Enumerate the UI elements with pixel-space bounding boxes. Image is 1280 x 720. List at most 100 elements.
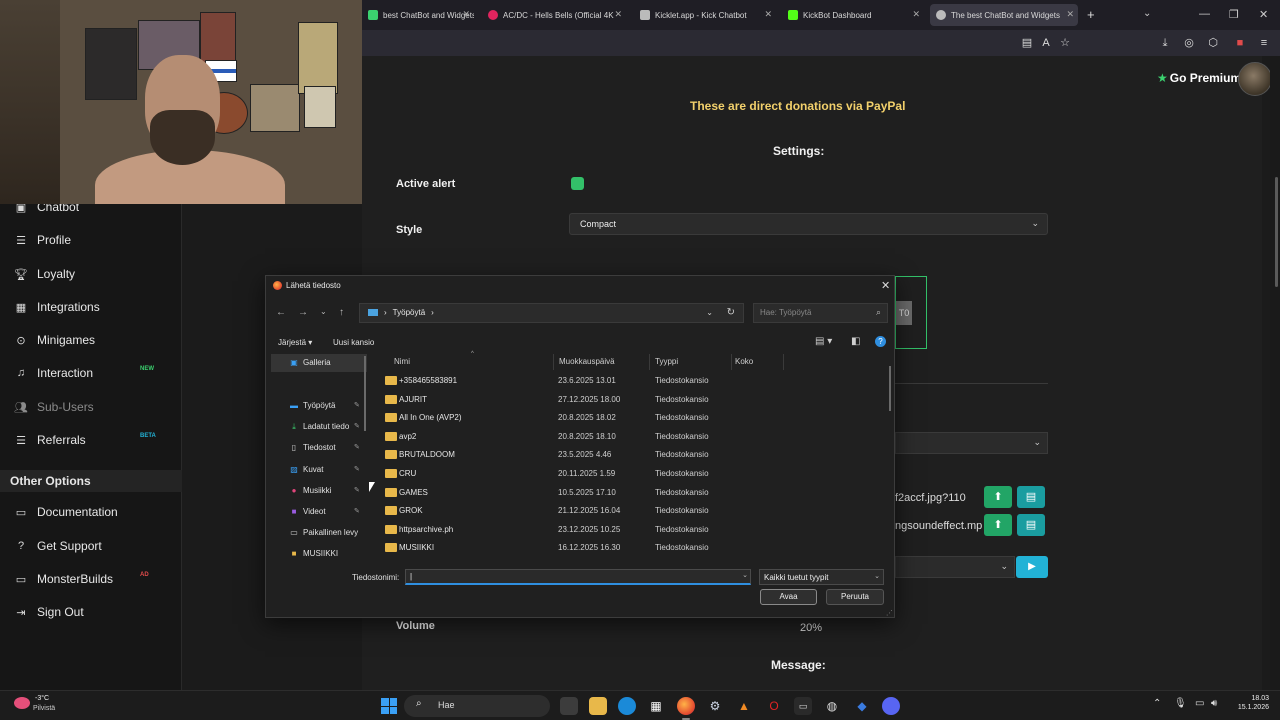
back-icon[interactable]: ← xyxy=(276,307,286,318)
discord-icon[interactable] xyxy=(882,697,900,715)
filename-input[interactable]: | ⌄ xyxy=(405,569,751,585)
download-icon[interactable]: ⤓ xyxy=(1158,36,1172,50)
nav-pane-item-downloads[interactable]: ⤓Ladatut tiedostot ✎ xyxy=(271,418,367,436)
column-modified[interactable]: Muokkauspäivä xyxy=(559,357,615,366)
close-window-icon[interactable]: ✕ xyxy=(1259,8,1268,21)
vlc-icon[interactable]: ▲ xyxy=(735,697,753,715)
sidebar-item-profile[interactable]: ☰ Profile xyxy=(14,230,71,250)
bookmark-star-icon[interactable]: ☆ xyxy=(1058,36,1072,50)
path-segment[interactable]: Työpöytä xyxy=(393,308,425,317)
extension-red-icon[interactable]: ■ xyxy=(1233,36,1247,50)
organize-menu[interactable]: Järjestä ▾ xyxy=(278,338,312,347)
active-alert-toggle[interactable] xyxy=(571,177,584,190)
browser-tab[interactable]: AC/DC - Hells Bells (Official 4K ✕ xyxy=(482,4,626,26)
close-tab-icon[interactable]: ✕ xyxy=(764,9,772,20)
nav-pane-item-music[interactable]: ● Musiikki ✎ xyxy=(271,482,367,500)
sidebar-item-sign-out[interactable]: ⇥ Sign Out xyxy=(14,602,83,622)
file-explorer-icon[interactable] xyxy=(589,697,607,715)
store-icon[interactable]: ▦ xyxy=(647,697,665,715)
image-preview[interactable]: T0 xyxy=(895,276,927,349)
help-icon[interactable]: ? xyxy=(875,336,886,347)
nav-pane-item-desktop[interactable]: ▬ Työpöytä ✎ xyxy=(271,397,367,415)
file-row[interactable]: CRU 20.11.2025 1.59 Tiedostokansio xyxy=(379,465,884,483)
chevron-down-icon[interactable]: ⌄ xyxy=(706,308,713,317)
sidebar-item-minigames[interactable]: ⊙ Minigames xyxy=(14,330,95,350)
cancel-button[interactable]: Peruuta xyxy=(826,589,884,605)
extensions-icon[interactable]: ⬡ xyxy=(1206,36,1220,50)
column-size[interactable]: Koko xyxy=(735,357,753,366)
taskbar-search[interactable]: ⌕ Hae xyxy=(404,695,550,717)
open-button[interactable]: Avaa xyxy=(760,589,817,605)
opera-icon[interactable]: O xyxy=(765,697,783,715)
style-select[interactable]: Compact ⌄ xyxy=(569,213,1048,235)
file-list-scrollbar[interactable] xyxy=(889,366,891,411)
avatar[interactable] xyxy=(1238,62,1272,96)
file-row[interactable]: +358465583891 23.6.2025 13.01 Tiedostoka… xyxy=(379,372,884,390)
recent-dropdown-icon[interactable]: ⌄ xyxy=(320,307,327,316)
sidebar-item-integrations[interactable]: ▦ Integrations xyxy=(14,297,100,317)
sidebar-item-get-support[interactable]: ? Get Support xyxy=(14,536,102,556)
chevron-down-icon[interactable]: ⌄ xyxy=(742,571,748,579)
nav-pane-item-gallery[interactable]: ▣ Galleria xyxy=(271,354,367,372)
sidebar-item-referrals[interactable]: ☰ Referrals xyxy=(14,430,86,450)
network-icon[interactable]: ▭ xyxy=(1195,698,1204,709)
preview-pane-icon[interactable]: ◧ xyxy=(851,336,860,347)
nav-pane-item-videos[interactable]: ■ Videot ✎ xyxy=(271,503,367,521)
close-tab-icon[interactable]: ✕ xyxy=(1066,9,1074,20)
edge-icon[interactable] xyxy=(618,697,636,715)
nav-pane-item-documents[interactable]: ▯ Tiedostot ✎ xyxy=(271,439,367,457)
alert-select[interactable]: ⌄ xyxy=(895,432,1048,454)
close-tab-icon[interactable]: ✕ xyxy=(614,9,622,20)
obs-icon[interactable]: ◍ xyxy=(823,697,841,715)
start-button[interactable] xyxy=(381,698,397,714)
file-row[interactable]: AJURIT 27.12.2025 18.00 Tiedostokansio xyxy=(379,391,884,409)
file-row[interactable]: BRUTALDOOM 23.5.2025 4.46 Tiedostokansio xyxy=(379,446,884,464)
play-button[interactable]: ▶ xyxy=(1016,556,1048,578)
task-view-icon[interactable] xyxy=(560,697,578,715)
tray-overflow-icon[interactable]: ⌃ xyxy=(1153,698,1161,709)
reader-view-icon[interactable]: ▤ xyxy=(1020,36,1034,50)
close-tab-icon[interactable]: ✕ xyxy=(912,9,920,20)
file-row[interactable]: avp2 20.8.2025 18.10 Tiedostokansio xyxy=(379,428,884,446)
column-name[interactable]: Nimi xyxy=(394,357,410,366)
file-row[interactable]: All In One (AVP2) 20.8.2025 18.02 Tiedos… xyxy=(379,409,884,427)
browser-tab[interactable]: best ChatBot and Widgets ✕ xyxy=(362,4,474,26)
menu-icon[interactable]: ≡ xyxy=(1257,36,1271,50)
taskbar-clock[interactable]: 18.03 15.1.2026 xyxy=(1219,695,1269,711)
tab-list-icon[interactable]: ⌄ xyxy=(1143,8,1151,19)
gallery-sound-button[interactable]: ▤ xyxy=(1017,514,1045,536)
up-icon[interactable]: ↑ xyxy=(339,307,344,318)
file-type-select[interactable]: Kaikki tuetut tyypit ⌄ xyxy=(759,569,884,585)
droplet-icon[interactable]: ◆ xyxy=(853,697,871,715)
account-icon[interactable]: ◎ xyxy=(1182,36,1196,50)
file-row[interactable]: MUSIIKKI 16.12.2025 16.30 Tiedostokansio xyxy=(379,539,884,557)
page-scrollbar-thumb[interactable] xyxy=(1275,177,1278,287)
view-options-icon[interactable]: ▤ ▾ xyxy=(815,336,832,347)
maximize-icon[interactable]: ❐ xyxy=(1229,8,1239,21)
volume-icon[interactable]: 🔊︎ xyxy=(1211,698,1217,709)
sidebar-item-sub-users[interactable]: 👥︎ Sub-Users xyxy=(14,397,94,417)
terminal-icon[interactable]: ▭ xyxy=(794,697,812,715)
go-premium-button[interactable]: ★ Go Premium xyxy=(1157,71,1241,85)
sidebar-item-loyalty[interactable]: 🏆︎ Loyalty xyxy=(14,264,75,284)
new-tab-button[interactable]: + xyxy=(1087,7,1095,22)
search-input[interactable]: Hae: Työpöytä ⌕ xyxy=(753,303,888,323)
new-folder-button[interactable]: Uusi kansio xyxy=(333,338,374,347)
browser-tab[interactable]: Kicklet.app - Kick Chatbot ✕ xyxy=(634,4,776,26)
column-type[interactable]: Tyyppi xyxy=(655,357,678,366)
nav-pane-item-musiikki[interactable]: ■ MUSIIKKI xyxy=(271,545,367,563)
nav-pane-item-pictures[interactable]: ▨ Kuvat ✎ xyxy=(271,461,367,479)
sidebar-item-interaction[interactable]: ♫ Interaction xyxy=(14,363,93,383)
upload-image-button[interactable]: ⬆ xyxy=(984,486,1012,508)
close-tab-icon[interactable]: ✕ xyxy=(462,9,470,20)
voice-select[interactable]: ⌄ xyxy=(895,556,1015,578)
gallery-image-button[interactable]: ▤ xyxy=(1017,486,1045,508)
refresh-icon[interactable]: ↻ xyxy=(727,307,735,318)
dialog-close-button[interactable]: ✕ xyxy=(881,279,890,292)
minimize-icon[interactable]: — xyxy=(1199,8,1210,20)
sidebar-item-monsterbuilds[interactable]: ▭ MonsterBuilds xyxy=(14,569,113,589)
file-row[interactable]: GROK 21.12.2025 16.04 Tiedostokansio xyxy=(379,502,884,520)
nav-pane-item-local-disk[interactable]: ▭ Paikallinen levy xyxy=(271,524,367,542)
path-bar[interactable]: › Työpöytä › ⌄ ↻ xyxy=(359,303,744,323)
nav-pane-scrollbar[interactable] xyxy=(364,356,366,431)
